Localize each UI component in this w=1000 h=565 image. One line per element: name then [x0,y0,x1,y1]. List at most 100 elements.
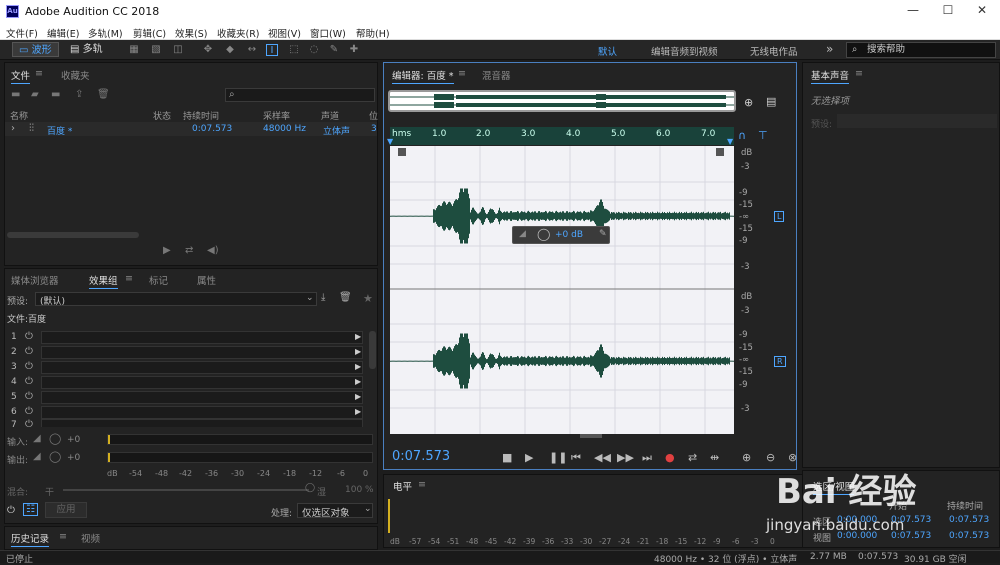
current-time-display[interactable]: 0:07.573 [392,449,450,464]
pin-icon[interactable]: ✎ [599,229,607,239]
save-preset-icon[interactable]: ⤓ [321,292,325,303]
zoom-navigator-icon[interactable]: ⊕ [744,96,753,109]
rack-power-icon[interactable]: ⏻ [7,505,15,516]
menu-favorites[interactable]: 收藏夹(R) [217,26,260,40]
skip-selection-button[interactable]: ⇹ [710,451,719,464]
menu-effects[interactable]: 效果(S) [175,26,207,40]
volume-hud[interactable]: ◢ ◯ +0 dB ✎ [512,226,610,244]
col-channels[interactable]: 声道 [321,109,339,122]
insert-icon[interactable]: ⇪ [75,89,83,100]
panel-menu-icon[interactable]: ≡ [125,273,133,284]
workspace-edit-audio-to-video[interactable]: 编辑音频到视频 [651,44,718,58]
import-file-icon[interactable]: ▰ [31,89,39,100]
effect-slot[interactable]: 3 ⏻ ▶ [7,361,367,375]
panel-menu-icon[interactable]: ≡ [418,479,426,490]
tab-mixer[interactable]: 混音器 [482,68,511,82]
effect-slot[interactable]: 2 ⏻ ▶ [7,346,367,360]
input-gain-knob-icon[interactable]: ◯ [49,432,61,445]
favorite-star-icon[interactable]: ★ [363,292,373,305]
play-preview-icon[interactable]: ▶ [163,245,171,256]
panel-menu-icon[interactable]: ≡ [458,68,466,79]
search-help-input[interactable]: ⌕ 搜索帮助 [846,42,996,58]
volume-knob-icon[interactable]: ◯ [537,227,550,241]
tab-history[interactable]: 历史记录 [11,531,50,547]
col-sample-rate[interactable]: 采样率 [263,109,290,122]
menu-window[interactable]: 窗口(W) [310,26,346,40]
panel-menu-icon[interactable]: ≡ [855,68,863,79]
tab-media-browser[interactable]: 媒体浏览器 [11,273,59,287]
time-selection-tool-icon[interactable]: I [266,44,278,56]
frequency-icon[interactable]: ◫ [172,44,184,56]
brush-tool-icon[interactable]: ✎ [328,44,340,56]
effect-slot[interactable]: 1 ⏻ ▶ [7,331,367,345]
trash-icon[interactable]: 🗑 [97,89,110,100]
tab-editor[interactable]: 编辑器: 百度 * [392,68,454,84]
essential-preset-select[interactable] [837,114,997,128]
view-duration[interactable]: 0:07.573 [949,531,989,541]
output-gain-knob-icon[interactable]: ◯ [49,450,61,463]
playhead-start-marker[interactable]: ▼ [387,137,393,146]
pin-icon[interactable]: ⊤ [758,129,768,142]
tab-favorites[interactable]: 收藏夹 [61,68,90,82]
panel-menu-icon[interactable]: ≡ [59,531,67,542]
time-ruler[interactable]: hms 1.0 2.0 3.0 4.0 5.0 6.0 7.0 ▼ ▼ [387,127,734,146]
apply-button[interactable]: 应用 [45,502,87,518]
playhead-end-marker[interactable]: ▼ [727,137,733,146]
delete-preset-icon[interactable]: 🗑 [339,292,352,303]
overview-navigator[interactable] [388,90,736,112]
display-toggle-icon[interactable]: ▤ [766,95,776,108]
effect-slot[interactable]: 7 ⏻ [7,419,367,427]
minimize-button[interactable]: — [903,3,923,17]
channel-left-toggle[interactable]: L [774,211,785,222]
process-select[interactable]: 仅选区对象 ⌄ [297,503,373,519]
fast-forward-button[interactable]: ▶▶ [617,451,634,464]
move-tool-icon[interactable]: ✥ [202,44,214,56]
maximize-button[interactable]: ☐ [938,3,958,17]
move-to-previous-button[interactable]: ⏮ [571,451,581,465]
effect-slot[interactable]: 5 ⏻ ▶ [7,391,367,405]
razor-tool-icon[interactable]: ◆ [224,44,236,56]
mix-slider-handle[interactable]: ◯ [305,483,315,493]
menu-multitrack[interactable]: 多轨(M) [88,26,123,40]
files-search-input[interactable]: ⌕ [225,88,375,102]
autoplay-icon[interactable]: ◀) [207,245,219,256]
record-button[interactable]: ● [665,451,675,464]
slip-tool-icon[interactable]: ↔ [246,44,258,56]
close-button[interactable]: ✕ [972,3,992,17]
stop-button[interactable]: ■ [502,451,512,464]
tab-markers[interactable]: 标记 [149,273,168,287]
expand-icon[interactable]: › [11,123,15,134]
col-bits[interactable]: 位 [369,109,378,122]
healing-tool-icon[interactable]: ✚ [348,44,360,56]
tab-properties[interactable]: 属性 [197,273,216,287]
play-button[interactable]: ▶ [525,451,533,464]
rack-list-icon[interactable]: ☷ [23,503,38,516]
channel-right-toggle[interactable]: R [774,356,786,367]
menu-clip[interactable]: 剪辑(C) [133,26,166,40]
waveform-mode-button[interactable]: ▭ 波形 [12,42,59,57]
col-status[interactable]: 状态 [153,109,171,122]
loop-playback-button[interactable]: ⇄ [688,451,697,464]
marquee-tool-icon[interactable]: ⬚ [288,44,300,56]
workspace-radio-production[interactable]: 无线电作品 [750,44,798,58]
horizontal-scrollbar[interactable] [7,232,139,238]
tab-effects-rack[interactable]: 效果组 [89,273,118,289]
move-to-next-button[interactable]: ⏭ [642,451,652,465]
menu-file[interactable]: 文件(F) [6,26,38,40]
more-workspaces-button[interactable]: » [826,42,833,56]
col-name[interactable]: 名称 [10,109,28,122]
tab-files[interactable]: 文件 [11,68,31,84]
spectral-icon[interactable]: ▦ [128,44,140,56]
vertical-scrollbar[interactable] [369,331,376,369]
mix-slider[interactable] [63,489,309,491]
selection-duration[interactable]: 0:07.573 [949,515,989,525]
hud-volume-value[interactable]: +0 dB [555,230,583,240]
rewind-button[interactable]: ◀◀ [594,451,611,464]
table-row[interactable]: › ⫶⫶ 百度 * 0:07.573 48000 Hz 立体声 3 [5,122,377,137]
preset-select[interactable]: (默认) ⌄ [35,292,317,307]
multitrack-mode-button[interactable]: ▤ 多轨 [64,42,109,57]
new-file-icon[interactable]: ▬ [51,89,60,100]
lasso-tool-icon[interactable]: ◌ [308,44,320,56]
effect-slot[interactable]: 4 ⏻ ▶ [7,376,367,390]
headphone-icon[interactable]: ∩ [738,129,746,142]
